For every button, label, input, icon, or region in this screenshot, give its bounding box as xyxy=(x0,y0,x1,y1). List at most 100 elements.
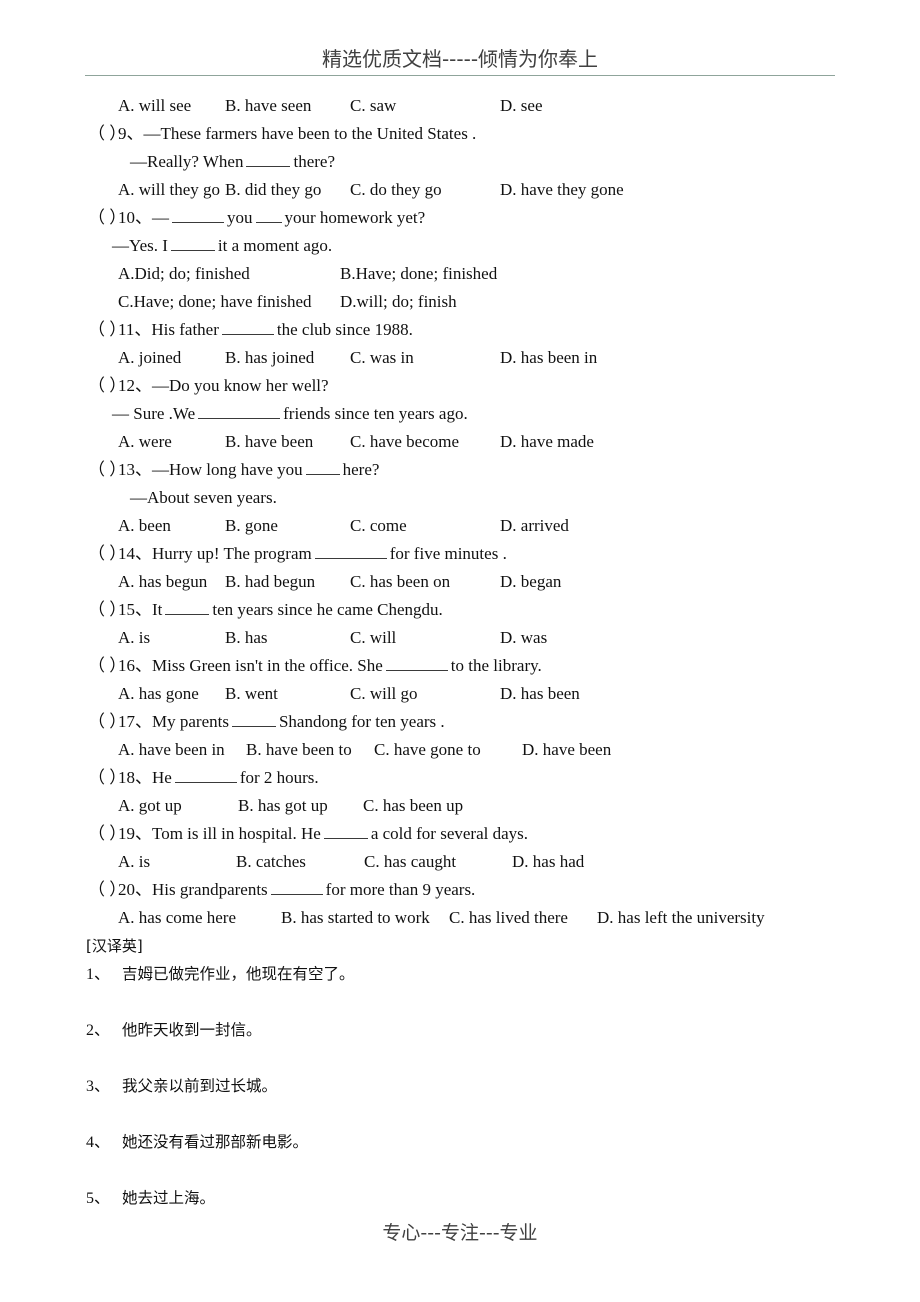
translation-item: 4、 她还没有看过那部新电影。 xyxy=(0,1127,920,1183)
option-row: A. have been in B. have been to C. have go… xyxy=(0,736,920,764)
option-d: D. have been xyxy=(522,740,612,759)
translation-item: 2、 他昨天收到一封信。 xyxy=(0,1015,920,1071)
answer-blank[interactable] xyxy=(170,236,215,251)
answer-bracket[interactable]: （ ） xyxy=(88,820,126,848)
option-row: A. were B. have been C. have become D. have… xyxy=(0,428,920,456)
header-divider xyxy=(85,75,835,76)
answer-bracket[interactable]: （ ） xyxy=(88,708,126,736)
option-d: D. began xyxy=(500,572,562,591)
document-body: A. will see B. have seen C. saw D. see （ ）9… xyxy=(0,92,920,1239)
option-b: B. has started to work xyxy=(281,908,430,927)
answer-blank[interactable] xyxy=(314,544,387,559)
answer-bracket[interactable]: （ ） xyxy=(88,316,126,344)
answer-bracket[interactable]: （ ） xyxy=(88,204,126,232)
answer-blank[interactable] xyxy=(174,768,237,783)
answer-blank[interactable] xyxy=(385,656,448,671)
item-text: 他昨天收到一封信。 xyxy=(122,1021,262,1039)
answer-blank[interactable] xyxy=(165,600,210,615)
question-number: 10、 xyxy=(118,208,152,227)
answer-blank[interactable] xyxy=(221,320,274,335)
answer-blank[interactable] xyxy=(231,712,276,727)
section-label: [汉译英] xyxy=(86,937,143,955)
question-number: 16、 xyxy=(118,656,152,675)
option-c: C. will xyxy=(350,628,397,647)
stem-middle: you xyxy=(227,208,253,227)
question-stem-line2: —Yes. I it a moment ago. xyxy=(0,232,920,260)
answer-bracket[interactable]: （ ） xyxy=(88,652,126,680)
option-row: A.Did; do; finished B.Have; done; finishe… xyxy=(0,260,920,288)
option-a: A. has begun xyxy=(118,572,208,591)
question-stem: （ ）17、My parents Shandong for ten years . xyxy=(0,708,920,736)
question-number: 12、 xyxy=(118,376,152,395)
question-stem-line2: —About seven years. xyxy=(0,484,920,512)
option-b: B. catches xyxy=(236,852,306,871)
question-stem: （ ）11、His father the club since 1988. xyxy=(0,316,920,344)
header-title: 精选优质文档-----倾情为你奉上 xyxy=(321,47,599,71)
option-row: A. has gone B. went C. will go D. has been xyxy=(0,680,920,708)
question-number: 18、 xyxy=(118,768,152,787)
question-stem: （ ）9、—These farmers have been to the Uni… xyxy=(0,120,920,148)
stem-suffix: here? xyxy=(342,460,380,479)
option-d: D. have they gone xyxy=(500,180,624,199)
option-a: A. will they go xyxy=(118,180,220,199)
option-a: A. have been in xyxy=(118,740,225,759)
option-c: C. has lived there xyxy=(449,908,568,927)
stem-prefix: — Sure .We xyxy=(112,404,196,423)
stem-suffix: ten years since he came Chengdu. xyxy=(212,600,443,619)
option-c: C.Have; done; have finished xyxy=(118,292,312,311)
option-a: A. been xyxy=(118,516,171,535)
option-d: D. was xyxy=(500,628,548,647)
item-text: 她还没有看过那部新电影。 xyxy=(122,1133,309,1151)
stem-prefix: Hurry up! The program xyxy=(152,544,312,563)
question-number: 15、 xyxy=(118,600,152,619)
stem-suffix: Shandong for ten years . xyxy=(278,712,445,731)
answer-bracket[interactable]: （ ） xyxy=(88,596,126,624)
option-d: D. has been in xyxy=(500,348,598,367)
answer-bracket[interactable]: （ ） xyxy=(88,120,126,148)
option-c: C. have gone to xyxy=(374,740,481,759)
stem-suffix: friends since ten years ago. xyxy=(283,404,468,423)
answer-bracket[interactable]: （ ） xyxy=(88,876,126,904)
question-stem-line2: —Really? When there? xyxy=(0,148,920,176)
answer-blank[interactable] xyxy=(246,152,291,167)
answer-bracket[interactable]: （ ） xyxy=(88,764,126,792)
answer-blank[interactable] xyxy=(305,460,340,475)
question-stem: （ ）18、He for 2 hours. xyxy=(0,764,920,792)
stem-prefix: — xyxy=(152,208,169,227)
stem-prefix: Tom is ill in hospital. He xyxy=(152,824,321,843)
question-stem: （ ）10、— you your homework yet? xyxy=(0,204,920,232)
option-row: A. been B. gone C. come D. arrived xyxy=(0,512,920,540)
option-row: A. has begun B. had begun C. has been on D.… xyxy=(0,568,920,596)
option-c: C. was in xyxy=(350,348,414,367)
option-c: C. come xyxy=(350,516,407,535)
question-stem: （ ）13、—How long have you here? xyxy=(0,456,920,484)
option-b: B. have been to xyxy=(246,740,352,759)
answer-blank[interactable] xyxy=(198,404,281,419)
option-b: B. has got up xyxy=(238,796,328,815)
answer-blank[interactable] xyxy=(255,208,282,223)
option-a: A.Did; do; finished xyxy=(118,264,250,283)
question-number: 9、 xyxy=(118,124,144,143)
answer-bracket[interactable]: （ ） xyxy=(88,372,126,400)
answer-bracket[interactable]: （ ） xyxy=(88,540,126,568)
option-a: A. is xyxy=(118,628,151,647)
option-row: A. is B. has C. will D. was xyxy=(0,624,920,652)
option-b: B. has xyxy=(225,628,268,647)
answer-blank[interactable] xyxy=(172,208,224,223)
option-c: C. has been on xyxy=(350,572,451,591)
answer-bracket[interactable]: （ ） xyxy=(88,456,126,484)
option-c: C. will go xyxy=(350,684,418,703)
item-number: 1、 xyxy=(86,966,111,983)
option-d: D. has had xyxy=(512,852,585,871)
option-a: A. got up xyxy=(118,796,182,815)
option-d: D. see xyxy=(500,96,543,115)
stem-prefix: —Really? When xyxy=(130,152,244,171)
answer-blank[interactable] xyxy=(323,824,368,839)
option-row: A. has come here B. has started to work C.… xyxy=(0,904,920,932)
stem-suffix: the club since 1988. xyxy=(276,320,413,339)
answer-blank[interactable] xyxy=(270,880,323,895)
option-a: A. has come here xyxy=(118,908,237,927)
option-a: A. has gone xyxy=(118,684,199,703)
stem-suffix: it a moment ago. xyxy=(217,236,333,255)
question-number: 14、 xyxy=(118,544,152,563)
